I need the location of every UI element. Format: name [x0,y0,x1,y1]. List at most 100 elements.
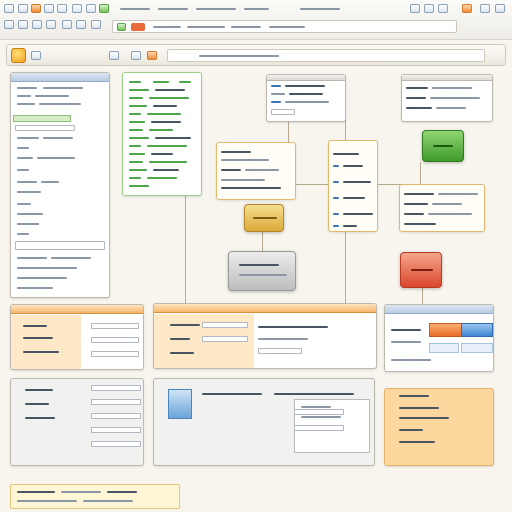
list-text [17,147,29,149]
dialog-text [430,97,480,99]
form-panel-3 [10,378,144,466]
dialog-text [271,101,281,103]
dialog-text [285,101,329,103]
connector-line [345,230,346,305]
help-icon[interactable] [99,4,109,13]
forward-icon[interactable] [424,4,434,13]
dialog-text [432,87,472,89]
text-field[interactable] [91,441,141,447]
tab-strip [112,20,457,33]
box-text [432,203,462,205]
list-text [17,157,33,159]
summary-text [399,429,423,431]
box-text [343,165,363,167]
refresh-icon[interactable] [438,4,448,13]
box-text [221,169,241,171]
code-line [149,161,187,163]
code-line [147,177,177,179]
text-field[interactable] [15,241,105,250]
list-text [37,157,75,159]
table-cell[interactable] [429,343,459,353]
nav-icon[interactable] [18,20,28,29]
nav-icon[interactable] [4,20,14,29]
page-icon[interactable] [131,51,141,60]
start-node[interactable] [422,130,464,162]
nav-icon[interactable] [91,20,101,29]
home-icon[interactable] [11,48,26,63]
nav-icon[interactable] [76,20,86,29]
bookmark-icon[interactable] [109,51,119,60]
box-bullet [333,165,339,167]
tab-icon[interactable] [117,23,126,31]
text-field[interactable] [202,336,248,342]
tab-active[interactable] [131,23,145,31]
code-line [147,113,181,115]
file-icon[interactable] [4,4,14,13]
code-line [129,121,145,123]
box-text [404,223,436,225]
tab-label[interactable] [269,26,305,28]
close-icon[interactable] [495,4,505,13]
text-field[interactable] [91,385,141,391]
text-field[interactable] [91,427,141,433]
folder-icon[interactable] [18,4,28,13]
file-icon[interactable] [168,389,192,419]
list-text [17,137,39,139]
table-cell[interactable] [461,343,493,353]
box-text [343,197,365,199]
tab-label[interactable] [231,26,261,28]
end-node[interactable] [400,252,442,288]
save-icon[interactable] [31,4,41,13]
list-box[interactable] [328,140,378,232]
list-text [17,287,53,289]
view-icon[interactable] [57,4,67,13]
top-toolbar [0,0,512,40]
box-text [428,213,472,215]
list-text [17,103,35,105]
node-label [433,145,453,147]
text-field[interactable] [294,409,344,415]
tab-label[interactable] [153,26,181,28]
process-node[interactable] [228,251,296,291]
code-line [129,145,141,147]
list-item-selected[interactable] [13,115,71,122]
text-field[interactable] [294,425,344,431]
code-line [129,169,147,171]
text-field[interactable] [202,322,248,328]
label-text [258,338,308,340]
list-text [35,95,69,97]
text-field[interactable] [258,348,302,354]
star-icon[interactable] [147,51,157,60]
dialog-text [285,85,325,87]
text-field[interactable] [91,399,141,405]
list-text [17,203,31,205]
list-text [43,87,83,89]
text-field[interactable] [91,323,139,329]
text-field[interactable] [15,125,75,131]
nav-icon[interactable] [62,20,72,29]
menu-text [158,8,188,10]
text-field[interactable] [91,413,141,419]
tab-label[interactable] [187,26,225,28]
edit-icon[interactable] [44,4,54,13]
process-box[interactable] [216,142,296,200]
nav-icon[interactable] [32,20,42,29]
code-line [129,113,141,115]
decision-node[interactable] [244,204,284,232]
user-icon[interactable] [462,4,472,13]
back-icon[interactable] [410,4,420,13]
search-icon[interactable] [31,51,41,60]
text-field[interactable] [91,337,139,343]
detail-box[interactable] [399,184,485,232]
text-field[interactable] [271,109,295,115]
tools-icon[interactable] [72,4,82,13]
list-text [17,277,67,279]
text-field[interactable] [91,351,139,357]
panel-header [11,73,109,82]
code-line [151,153,173,155]
list-text [39,103,81,105]
panel-header [385,305,493,314]
settings-icon[interactable] [86,4,96,13]
nav-icon[interactable] [46,20,56,29]
minimize-icon[interactable] [480,4,490,13]
